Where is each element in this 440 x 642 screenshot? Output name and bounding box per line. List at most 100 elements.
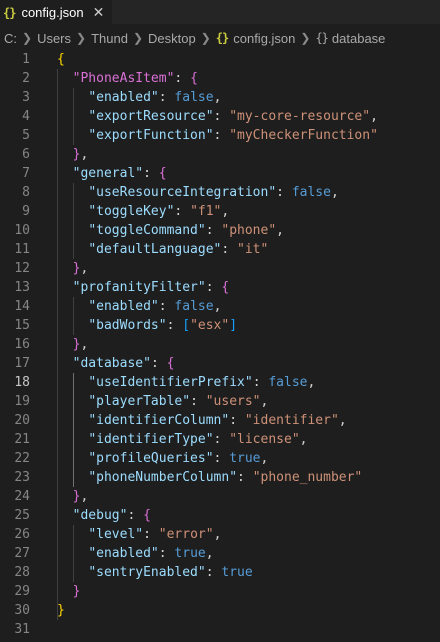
code-content: "database": {: [57, 354, 175, 373]
code-content: },: [57, 335, 89, 354]
punctuation: :: [158, 299, 175, 314]
punctuation: :: [150, 356, 167, 371]
code-line[interactable]: 8 "useResourceIntegration": false,: [0, 183, 440, 202]
code-line[interactable]: 25 "debug": {: [0, 506, 440, 525]
chevron-right-icon: ❯: [300, 31, 311, 45]
punctuation: :: [221, 242, 238, 257]
line-number: 21: [14, 432, 30, 447]
breadcrumb-item-users[interactable]: Users: [37, 31, 71, 46]
code-editor[interactable]: 1{2 "PhoneAsItem": {3 "enabled": false, 4…: [0, 50, 440, 642]
code-line[interactable]: 20 "identifierColumn": "identifier",: [0, 411, 440, 430]
punctuation: ,: [276, 223, 284, 238]
tab-config-json[interactable]: {} config.json ✕: [0, 0, 112, 24]
punctuation: :: [213, 128, 230, 143]
code-content: "exportFunction": "myCheckerFunction": [57, 126, 378, 145]
code-content: "playerTable": "users",: [57, 392, 268, 411]
json-key: "sentryEnabled": [88, 565, 206, 580]
code-line[interactable]: 26 "level": "error",: [0, 525, 440, 544]
punctuation: :: [158, 90, 175, 105]
bracket: ]: [229, 318, 238, 333]
code-content: "identifierColumn": "identifier",: [57, 411, 346, 430]
json-string-value: "myCheckerFunction": [229, 128, 378, 143]
code-line[interactable]: 12 },: [0, 259, 440, 278]
line-number: 24: [14, 489, 30, 504]
punctuation: :: [205, 223, 222, 238]
code-line[interactable]: 11 "defaultLanguage": "it": [0, 240, 440, 259]
code-line[interactable]: 7 "general": {: [0, 164, 440, 183]
breadcrumb-item-symbol[interactable]: database: [332, 31, 386, 46]
breadcrumb-item-file[interactable]: config.json: [233, 31, 295, 46]
code-line[interactable]: 15 "badWords": ["esx"]: [0, 316, 440, 335]
punctuation: :: [158, 546, 175, 561]
code-line[interactable]: 19 "playerTable": "users",: [0, 392, 440, 411]
breadcrumb-item-thund[interactable]: Thund: [91, 31, 128, 46]
code-content: "defaultLanguage": "it": [57, 240, 268, 259]
code-line[interactable]: 29 }: [0, 582, 440, 601]
line-number: 29: [14, 584, 30, 599]
code-content: },: [57, 259, 89, 278]
punctuation: ,: [205, 546, 214, 561]
code-line[interactable]: 17 "database": {: [0, 354, 440, 373]
line-number: 8: [22, 185, 30, 200]
code-line[interactable]: 16 },: [0, 335, 440, 354]
code-line[interactable]: 10 "toggleCommand": "phone",: [0, 221, 440, 240]
code-content: "identifierType": "license",: [57, 430, 307, 449]
code-line[interactable]: 3 "enabled": false,: [0, 88, 440, 107]
code-line[interactable]: 28 "sentryEnabled": true: [0, 563, 440, 582]
line-number: 30: [14, 603, 30, 618]
punctuation: ,: [299, 432, 308, 447]
json-key: "identifierType": [88, 432, 214, 447]
code-content: }: [57, 601, 65, 620]
code-line[interactable]: 18 "useIdentifierPrefix": false,: [0, 373, 440, 392]
json-string-value: "esx": [190, 318, 230, 333]
code-content: "level": "error",: [57, 525, 221, 544]
code-line[interactable]: 24 },: [0, 487, 440, 506]
code-line[interactable]: 21 "identifierType": "license",: [0, 430, 440, 449]
code-content: "toggleCommand": "phone",: [57, 221, 284, 240]
line-number: 15: [14, 318, 30, 333]
breadcrumb-item-desktop[interactable]: Desktop: [148, 31, 196, 46]
code-content: "badWords": ["esx"]: [57, 316, 237, 335]
code-line[interactable]: 4 "exportResource": "my-core-resource",: [0, 107, 440, 126]
bracket: {: [190, 71, 198, 86]
punctuation: ,: [260, 394, 269, 409]
code-line[interactable]: 13 "profanityFilter": {: [0, 278, 440, 297]
code-line[interactable]: 1{: [0, 50, 440, 69]
line-number: 7: [22, 166, 30, 181]
punctuation: :: [252, 375, 269, 390]
json-file-icon: {}: [3, 5, 16, 20]
json-key: "profileQueries": [88, 451, 214, 466]
code-line[interactable]: 6 },: [0, 145, 440, 164]
code-content: },: [57, 145, 89, 164]
code-line[interactable]: 31: [0, 620, 440, 639]
json-key: "useResourceIntegration": [88, 185, 277, 200]
code-line[interactable]: 27 "enabled": true,: [0, 544, 440, 563]
json-key: "debug": [72, 508, 128, 523]
code-line[interactable]: 9 "toggleKey": "f1",: [0, 202, 440, 221]
code-line[interactable]: 5 "exportFunction": "myCheckerFunction": [0, 126, 440, 145]
chevron-right-icon: ❯: [22, 31, 33, 45]
line-number: 1: [22, 52, 30, 67]
json-string-value: "my-core-resource": [229, 109, 371, 124]
code-line[interactable]: 14 "enabled": false,: [0, 297, 440, 316]
line-number: 2: [22, 71, 30, 86]
breadcrumb-item-drive[interactable]: C:: [4, 31, 17, 46]
close-icon[interactable]: ✕: [93, 5, 105, 21]
code-line[interactable]: 30}: [0, 601, 440, 620]
code-line[interactable]: 23 "phoneNumberColumn": "phone_number": [0, 468, 440, 487]
code-line[interactable]: 22 "profileQueries": true,: [0, 449, 440, 468]
line-number: 23: [14, 470, 30, 485]
code-line[interactable]: 2 "PhoneAsItem": {: [0, 69, 440, 88]
code-content: "useIdentifierPrefix": false,: [57, 373, 315, 392]
line-number: 13: [14, 280, 30, 295]
code-content: "profanityFilter": {: [57, 278, 230, 297]
